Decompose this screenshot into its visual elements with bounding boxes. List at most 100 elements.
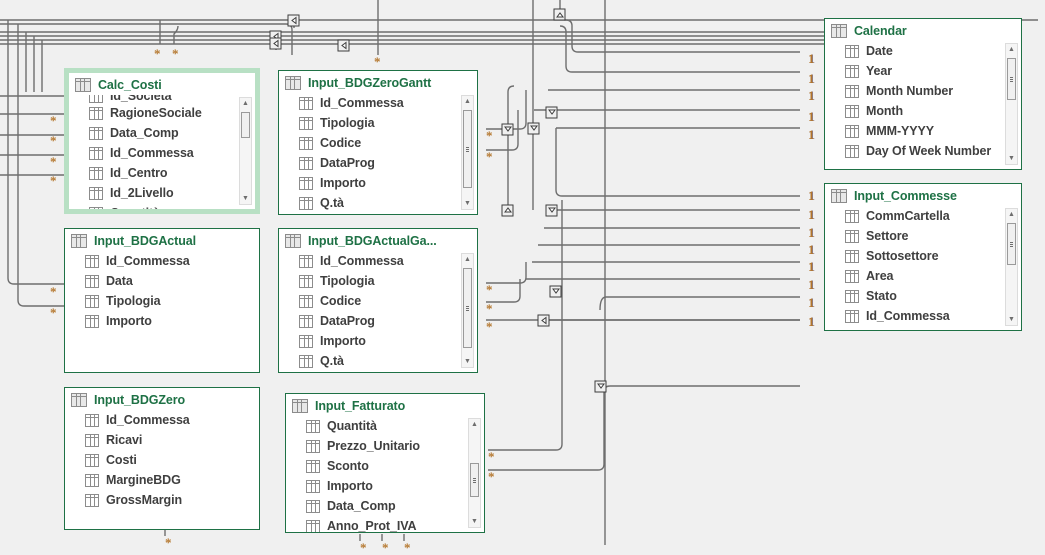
field-row[interactable]: Id_Centro [89, 163, 255, 183]
field-icon [299, 116, 313, 130]
field-icon [85, 473, 99, 487]
table-header-calendar[interactable]: Calendar [825, 19, 1021, 41]
field-row[interactable]: Q.tà [299, 351, 477, 371]
field-row[interactable]: DataProg [299, 311, 477, 331]
field-label: Month Number [866, 84, 953, 98]
field-row[interactable]: Month [845, 101, 1021, 121]
scrollbar-thumb[interactable] [463, 268, 472, 348]
field-row[interactable]: Year [845, 61, 1021, 81]
table-header-input_bdgzerogantt[interactable]: Input_BDGZeroGantt [279, 71, 477, 93]
scroll-up-arrow-icon[interactable]: ▲ [462, 254, 473, 265]
field-row[interactable]: Prezzo_Unitario [306, 436, 484, 456]
field-row[interactable]: DataProg [299, 153, 477, 173]
field-row[interactable]: Id_Commessa [299, 93, 477, 113]
field-row[interactable]: Importo [85, 311, 259, 331]
field-list-scrollbar[interactable]: ▲ ▼ [461, 253, 474, 368]
table-card-calc_costi[interactable]: Calc_Costi Id_Societa RagioneSociale Data_C… [64, 68, 260, 214]
field-icon [845, 144, 859, 158]
field-row[interactable]: CommCartella [845, 206, 1021, 226]
field-row[interactable]: MargineBDG [85, 470, 259, 490]
field-label: Q.tà [320, 196, 344, 210]
scroll-down-arrow-icon[interactable]: ▼ [469, 516, 480, 527]
table-header-calc_costi[interactable]: Calc_Costi [69, 73, 255, 95]
field-row[interactable]: Id_Commessa [299, 251, 477, 271]
field-row[interactable]: Importo [306, 476, 484, 496]
field-row[interactable]: Codice [299, 133, 477, 153]
table-card-input_bdgzero[interactable]: Input_BDGZero Id_Commessa Ricavi Costi Margi… [64, 387, 260, 530]
field-row[interactable]: Data_Comp [306, 496, 484, 516]
field-row[interactable]: Q.tà [299, 193, 477, 213]
field-row[interactable]: Ricavi [85, 430, 259, 450]
scroll-down-arrow-icon[interactable]: ▼ [462, 356, 473, 367]
field-row[interactable]: RagioneSociale [89, 103, 255, 123]
table-header-input_bdgzero[interactable]: Input_BDGZero [65, 388, 259, 410]
scrollbar-thumb[interactable] [463, 110, 472, 188]
field-row[interactable]: Tipologia [299, 113, 477, 133]
field-list-scrollbar[interactable]: ▲ ▼ [1005, 43, 1018, 165]
field-row[interactable]: Stato [845, 286, 1021, 306]
scroll-down-arrow-icon[interactable]: ▼ [240, 193, 251, 204]
table-header-input_bdgactual[interactable]: Input_BDGActual [65, 229, 259, 251]
field-row[interactable]: Day Of Week Number [845, 141, 1021, 161]
scrollbar-thumb[interactable] [1007, 223, 1016, 265]
field-row[interactable]: Id_Commessa [89, 143, 255, 163]
table-card-input_bdgactual[interactable]: Input_BDGActual Id_Commessa Data Tipologia I… [64, 228, 260, 373]
scrollbar-thumb[interactable] [241, 112, 250, 138]
field-row[interactable]: GrossMargin [85, 490, 259, 510]
field-list-scrollbar[interactable]: ▲ ▼ [239, 97, 252, 205]
field-row[interactable]: Month Number [845, 81, 1021, 101]
relationship-diagram-canvas[interactable]: .ln{fill:none;stroke:#6e6e6e;stroke-widt… [0, 0, 1045, 554]
field-label: Area [866, 269, 894, 283]
field-row[interactable]: Data [85, 271, 259, 291]
field-list-scrollbar[interactable]: ▲ ▼ [461, 95, 474, 210]
field-row[interactable]: Id_Commessa [85, 410, 259, 430]
table-card-input_bdgactualgantt[interactable]: Input_BDGActualGa... Id_Commessa Tipologia… [278, 228, 478, 373]
field-row[interactable]: Sottosettore [845, 246, 1021, 266]
scroll-up-arrow-icon[interactable]: ▲ [469, 419, 480, 430]
field-row[interactable]: Id_2Livello [89, 183, 255, 203]
scroll-down-arrow-icon[interactable]: ▼ [1006, 314, 1017, 325]
field-label: Year [866, 64, 893, 78]
field-row[interactable]: Quantità [306, 416, 484, 436]
field-row[interactable]: Importo [299, 173, 477, 193]
field-icon [299, 176, 313, 190]
field-label: Id_Commessa [106, 254, 190, 268]
scroll-up-arrow-icon[interactable]: ▲ [1006, 209, 1017, 220]
scroll-up-arrow-icon[interactable]: ▲ [240, 98, 251, 109]
field-row[interactable]: Area [845, 266, 1021, 286]
field-row[interactable]: Tipologia [299, 271, 477, 291]
scrollbar-thumb[interactable] [470, 463, 479, 497]
scrollbar-thumb[interactable] [1007, 58, 1016, 100]
scroll-down-arrow-icon[interactable]: ▼ [1006, 153, 1017, 164]
field-row[interactable]: Id_Commessa [845, 306, 1021, 326]
table-header-input_fatturato[interactable]: Input_Fatturato [286, 394, 484, 416]
table-card-input_fatturato[interactable]: Input_Fatturato Quantità Prezzo_Unitario Sc… [285, 393, 485, 533]
field-row[interactable]: Importo [299, 331, 477, 351]
field-row[interactable]: Codice [299, 291, 477, 311]
field-row[interactable]: Data_Comp [89, 123, 255, 143]
field-row[interactable]: Costi [85, 450, 259, 470]
field-list-scrollbar[interactable]: ▲ ▼ [1005, 208, 1018, 326]
cardinality-many-marker: * [165, 535, 172, 550]
scroll-down-arrow-icon[interactable]: ▼ [462, 198, 473, 209]
scroll-up-arrow-icon[interactable]: ▲ [462, 96, 473, 107]
field-row[interactable]: Settore [845, 226, 1021, 246]
field-row[interactable]: Tipologia [85, 291, 259, 311]
table-card-input_commesse[interactable]: Input_Commesse CommCartella Settore Sottose… [824, 183, 1022, 331]
field-list-scrollbar[interactable]: ▲ ▼ [468, 418, 481, 528]
field-row[interactable]: MMM-YYYY [845, 121, 1021, 141]
table-header-input_bdgactualgantt[interactable]: Input_BDGActualGa... [279, 229, 477, 251]
field-row[interactable]: Id_Commessa [85, 251, 259, 271]
table-icon [831, 24, 847, 38]
field-label: CommCartella [866, 209, 950, 223]
table-card-input_bdgzerogantt[interactable]: Input_BDGZeroGantt Id_Commessa Tipologia Co… [278, 70, 478, 215]
scroll-up-arrow-icon[interactable]: ▲ [1006, 44, 1017, 55]
field-label: Q.tà [320, 354, 344, 368]
table-card-calendar[interactable]: Calendar Date Year Month Number Month MMM-YYY… [824, 18, 1022, 170]
field-row[interactable]: Date [845, 41, 1021, 61]
field-row[interactable]: Sconto [306, 456, 484, 476]
field-row[interactable]: Anno_Prot_IVA [306, 516, 484, 532]
cardinality-many-marker: * [486, 319, 493, 334]
field-row[interactable]: Quantità [89, 203, 255, 209]
table-header-input_commesse[interactable]: Input_Commesse [825, 184, 1021, 206]
